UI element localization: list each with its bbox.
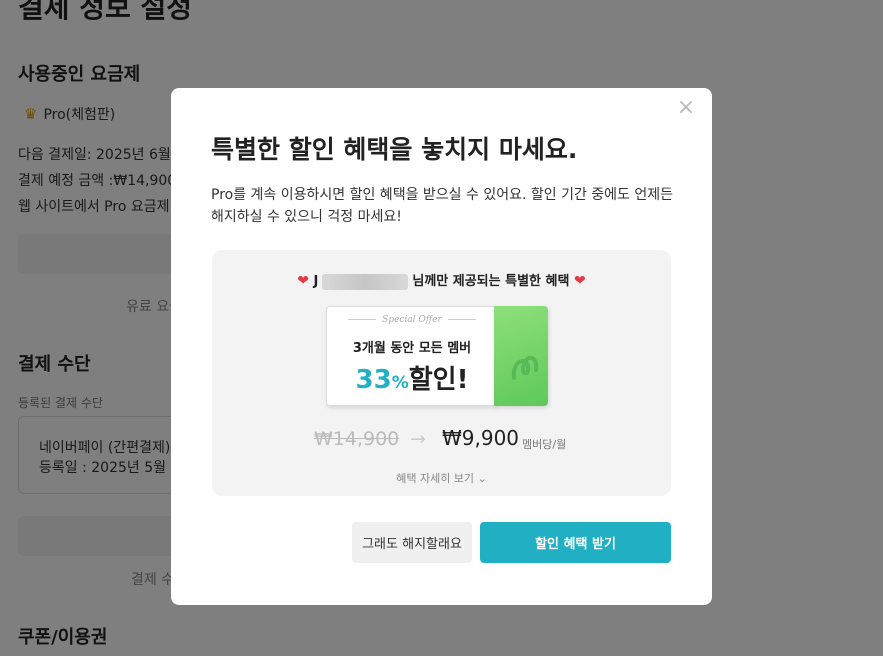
accept-discount-button[interactable]: 할인 혜택 받기: [480, 522, 671, 563]
discount-text: 할인!: [408, 365, 469, 395]
modal-description: Pro를 계속 이용하시면 할인 혜택을 받으실 수 있어요. 할인 기간 중에…: [211, 187, 674, 225]
benefit-details-label: 혜택 자세히 보기: [396, 472, 475, 485]
percent-sign: %: [391, 373, 409, 393]
ticket-duration: 3개월 동안 모든 멤버: [352, 341, 472, 356]
old-price: ₩14,900: [314, 428, 400, 450]
heart-icon: ❤: [574, 273, 586, 289]
swirl-logo-icon: [511, 355, 539, 380]
discount-ticket: Special Offer 3개월 동안 모든 멤버 33%할인!: [326, 306, 550, 408]
offer-header-text: 님께만 제공되는 특별한 혜택: [412, 274, 570, 289]
heart-icon: ❤: [297, 273, 309, 289]
offer-header: ❤ J 님께만 제공되는 특별한 혜택 ❤: [212, 270, 671, 290]
ticket-discount: 33%할인!: [327, 359, 497, 396]
close-icon[interactable]: ×: [676, 97, 696, 119]
price-unit: 멤버당/월: [522, 438, 567, 451]
ticket-stub: [494, 306, 548, 406]
ticket-body: Special Offer 3개월 동안 모든 멤버 33%할인!: [326, 306, 496, 406]
arrow-right-icon: →: [410, 428, 426, 450]
offer-header-prefix: J: [313, 274, 319, 289]
price-row: ₩14,900 → ₩9,900 멤버당/월: [212, 426, 671, 452]
chevron-down-icon: ⌄: [477, 472, 487, 485]
offer-box: ❤ J 님께만 제공되는 특별한 혜택 ❤ Special Offer 3개월 동…: [212, 250, 671, 496]
discount-percent: 33: [355, 365, 392, 395]
modal-title: 특별한 할인 혜택을 놓치지 마세요.: [211, 135, 578, 164]
benefit-details-link[interactable]: 혜택 자세히 보기 ⌄: [212, 470, 671, 486]
blurred-username: [322, 273, 409, 290]
discount-offer-modal: × 특별한 할인 혜택을 놓치지 마세요. Pro를 계속 이용하시면 할인 혜…: [171, 88, 712, 605]
new-price: ₩9,900: [442, 426, 520, 450]
cancel-subscription-button[interactable]: 그래도 해지할래요: [352, 522, 472, 563]
special-offer-tag: Special Offer: [327, 315, 497, 325]
